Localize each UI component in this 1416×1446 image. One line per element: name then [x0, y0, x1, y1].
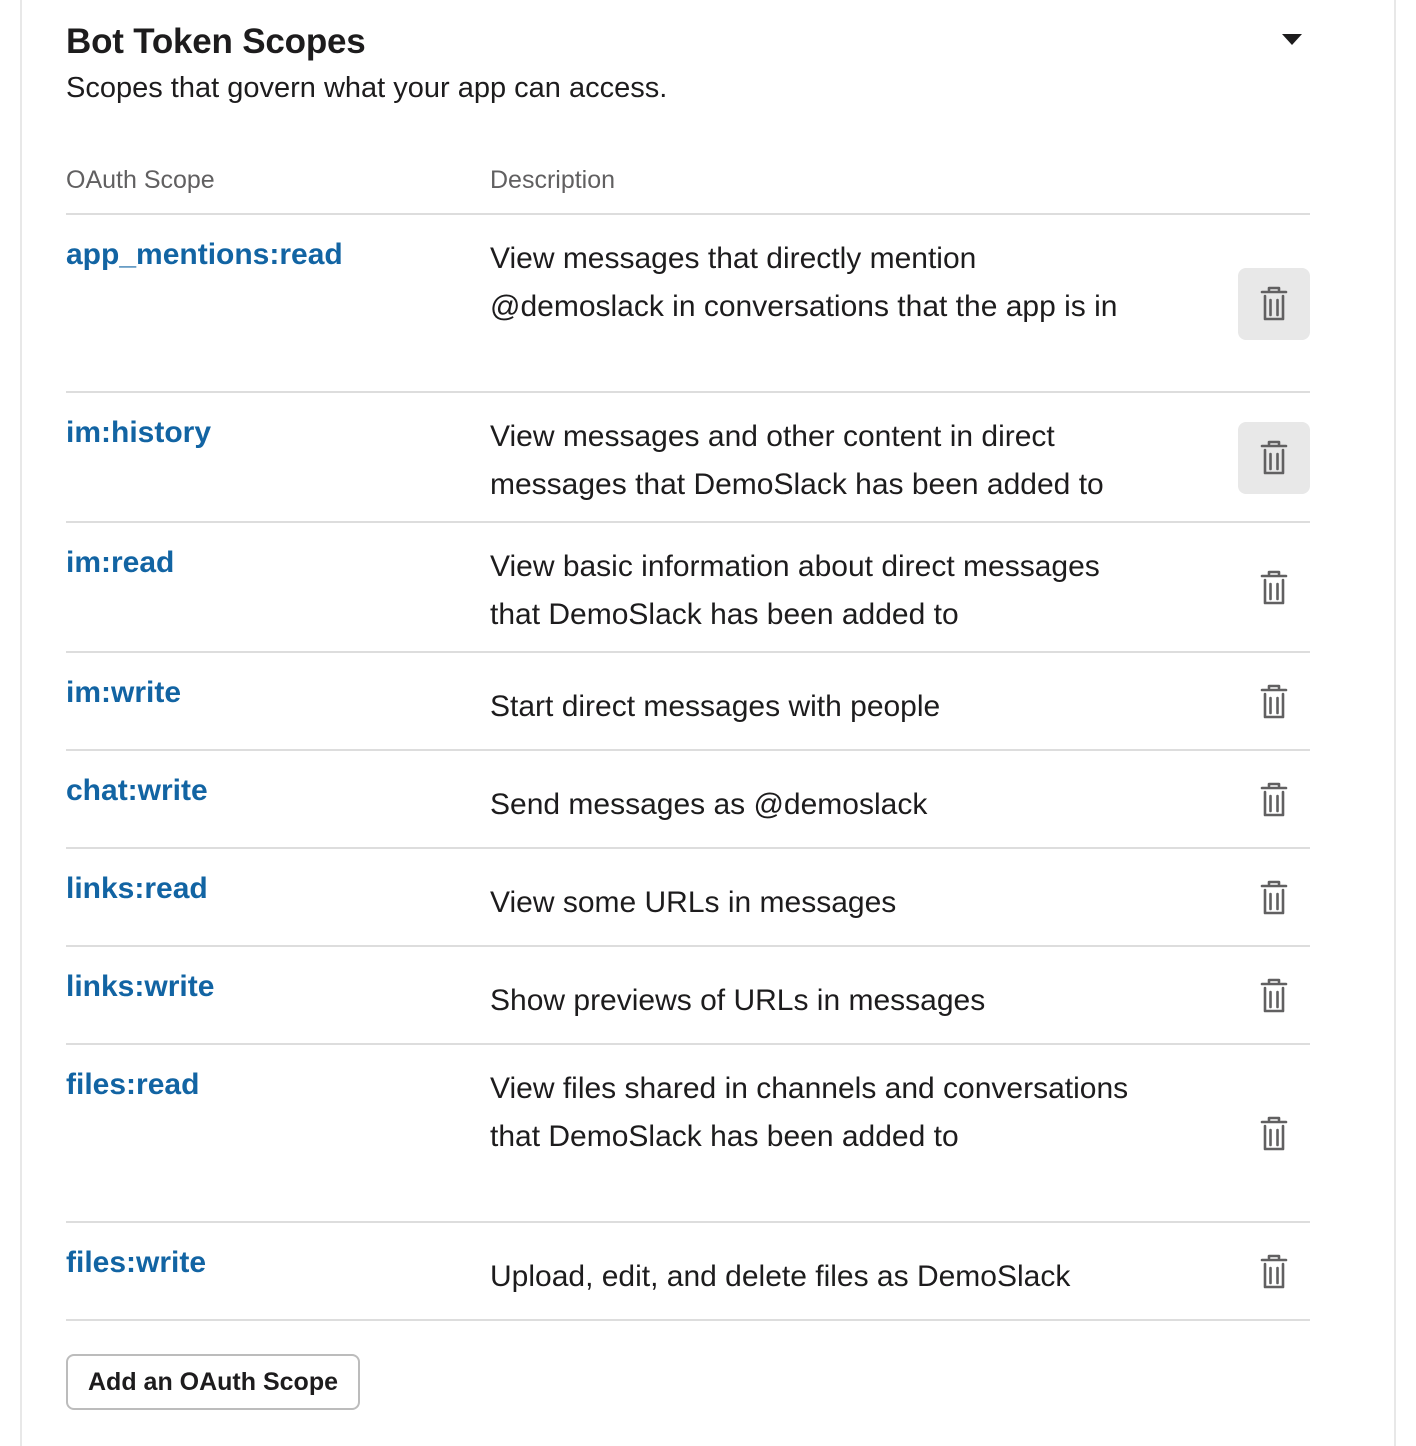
table-row: files:read View files shared in channels…	[66, 1045, 1310, 1223]
trash-icon	[1260, 286, 1288, 321]
delete-scope-button[interactable]	[1238, 764, 1310, 836]
scope-name: files:read	[66, 1068, 200, 1101]
header-description: Description	[490, 166, 616, 194]
table-row: app_mentions:read View messages that dir…	[66, 215, 1310, 393]
delete-scope-button[interactable]	[1238, 960, 1310, 1032]
trash-icon	[1260, 978, 1288, 1013]
delete-scope-button[interactable]	[1238, 666, 1310, 738]
trash-icon	[1260, 782, 1288, 817]
scope-description: View messages that directly mention @dem…	[490, 242, 1118, 323]
header-oauth-scope: OAuth Scope	[66, 166, 215, 194]
scope-name: links:read	[66, 872, 208, 905]
add-oauth-scope-button[interactable]: Add an OAuth Scope	[66, 1354, 360, 1410]
scope-name: app_mentions:read	[66, 238, 343, 271]
delete-scope-button[interactable]	[1238, 552, 1310, 624]
scope-description: View basic information about direct mess…	[490, 550, 1100, 631]
scope-description: Start direct messages with people	[490, 690, 941, 723]
scope-name: im:read	[66, 546, 175, 579]
table-row: links:read View some URLs in messages	[66, 849, 1310, 947]
section-title: Bot Token Scopes	[66, 22, 366, 61]
trash-icon	[1260, 1254, 1288, 1289]
scope-description: Show previews of URLs in messages	[490, 984, 986, 1017]
table-row: im:write Start direct messages with peop…	[66, 653, 1310, 751]
scopes-table: OAuth Scope Description app_mentions:rea…	[66, 160, 1310, 1321]
scope-description: View messages and other content in direc…	[490, 420, 1104, 501]
scope-description: View some URLs in messages	[490, 886, 897, 919]
table-row: im:history View messages and other conte…	[66, 393, 1310, 523]
trash-icon	[1260, 570, 1288, 605]
caret-down-icon[interactable]	[1282, 34, 1302, 45]
scope-name: chat:write	[66, 774, 208, 807]
delete-scope-button[interactable]	[1238, 422, 1310, 494]
trash-icon	[1260, 440, 1288, 475]
scope-name: links:write	[66, 970, 215, 1003]
trash-icon	[1260, 684, 1288, 719]
table-row: links:write Show previews of URLs in mes…	[66, 947, 1310, 1045]
trash-icon	[1260, 880, 1288, 915]
scope-name: im:history	[66, 416, 212, 449]
delete-scope-button[interactable]	[1238, 1098, 1310, 1170]
scope-description: View files shared in channels and conver…	[490, 1072, 1129, 1153]
table-row: chat:write Send messages as @demoslack	[66, 751, 1310, 849]
trash-icon	[1260, 1116, 1288, 1151]
table-header: OAuth Scope Description	[66, 160, 1310, 215]
section-header: Bot Token Scopes Scopes that govern what…	[66, 22, 1310, 108]
section-subtitle: Scopes that govern what your app can acc…	[66, 72, 668, 104]
table-row: im:read View basic information about dir…	[66, 523, 1310, 653]
scope-name: files:write	[66, 1246, 207, 1279]
delete-scope-button[interactable]	[1238, 1236, 1310, 1308]
delete-scope-button[interactable]	[1238, 268, 1310, 340]
scope-description: Send messages as @demoslack	[490, 788, 928, 821]
delete-scope-button[interactable]	[1238, 862, 1310, 934]
table-row: files:write Upload, edit, and delete fil…	[66, 1223, 1310, 1321]
scope-name: im:write	[66, 676, 182, 709]
scope-description: Upload, edit, and delete files as DemoSl…	[490, 1260, 1071, 1293]
